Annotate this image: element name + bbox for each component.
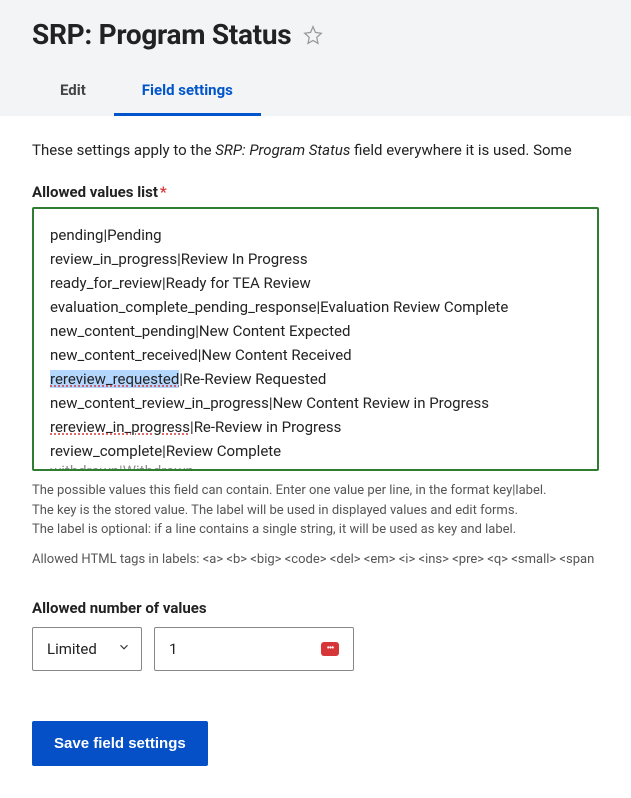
- textarea-line: rereview_in_progress|Re-Review in Progre…: [50, 415, 581, 439]
- limit-type-select[interactable]: Limited: [32, 627, 142, 671]
- intro-text: These settings apply to the SRP: Program…: [32, 140, 599, 161]
- tab-edit[interactable]: Edit: [32, 69, 114, 116]
- help-text: The possible values this field can conta…: [32, 481, 599, 540]
- save-field-settings-button[interactable]: Save field settings: [32, 721, 208, 766]
- textarea-line: pending|Pending: [50, 223, 581, 247]
- star-icon[interactable]: [303, 25, 323, 45]
- textarea-line: review_in_progress|Review In Progress: [50, 247, 581, 271]
- textarea-line: evaluation_complete_pending_response|Eva…: [50, 295, 581, 319]
- page-title: SRP: Program Status: [32, 18, 291, 51]
- textarea-line: new_content_received|New Content Receive…: [50, 343, 581, 367]
- allowed-tags-text: Allowed HTML tags in labels: <a> <b> <bi…: [32, 550, 599, 570]
- textarea-line: rereview_requested|Re-Review Requested: [50, 367, 581, 391]
- chevron-down-icon: [117, 640, 131, 658]
- allowed-values-textarea[interactable]: pending|Pendingreview_in_progress|Review…: [32, 207, 599, 471]
- tab-field-settings[interactable]: Field settings: [114, 69, 261, 116]
- textarea-line: new_content_review_in_progress|New Conte…: [50, 391, 581, 415]
- number-of-values-label: Allowed number of values: [32, 599, 599, 617]
- textarea-line: withdrawn|Withdrawn: [50, 459, 581, 469]
- allowed-values-label: Allowed values list*: [32, 183, 599, 201]
- ellipsis-badge-icon[interactable]: •••: [321, 642, 339, 656]
- limit-number-input[interactable]: 1 •••: [154, 627, 354, 671]
- textarea-line: ready_for_review|Ready for TEA Review: [50, 271, 581, 295]
- tabs: Edit Field settings: [32, 69, 599, 116]
- textarea-line: new_content_pending|New Content Expected: [50, 319, 581, 343]
